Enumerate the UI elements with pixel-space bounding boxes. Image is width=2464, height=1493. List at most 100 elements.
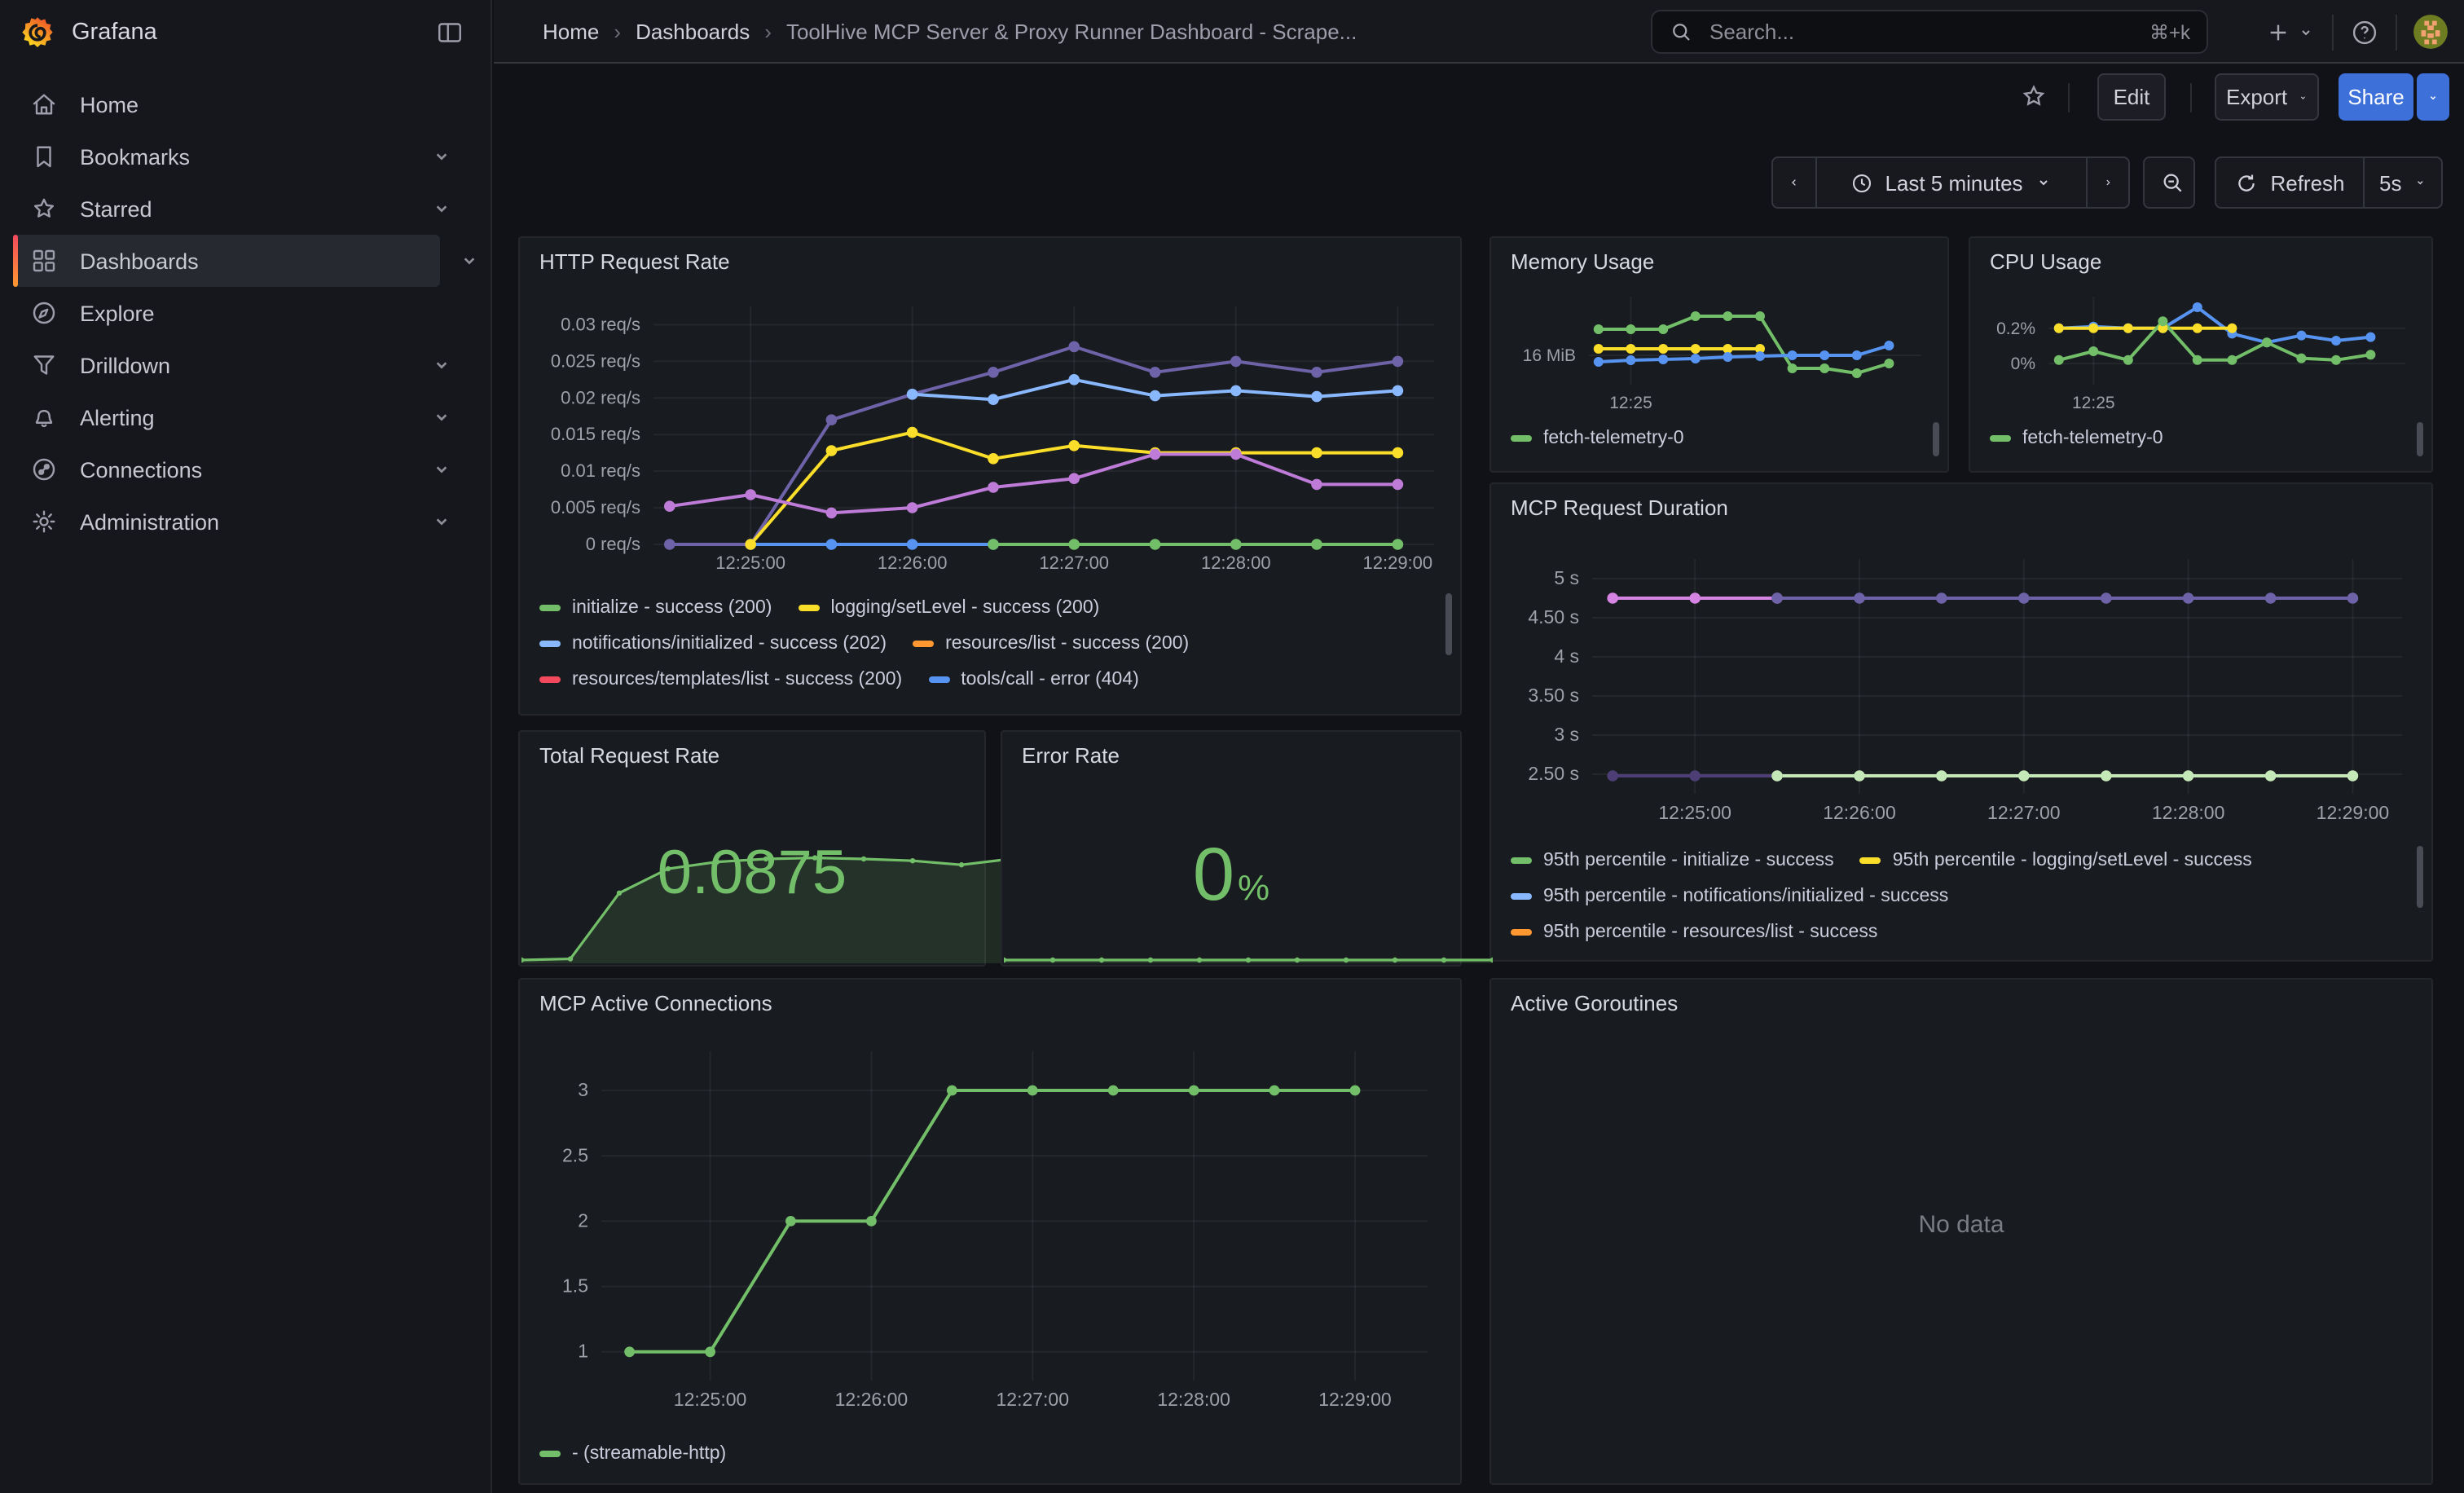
- zoom-out-icon: [2159, 170, 2185, 196]
- share-button[interactable]: Share: [2339, 73, 2413, 121]
- sidebar-item-bookmarks[interactable]: Bookmarks: [13, 130, 477, 183]
- help-icon[interactable]: [2350, 17, 2379, 46]
- breadcrumb-item[interactable]: Dashboards: [636, 20, 750, 44]
- legend-color-chip: [539, 676, 561, 683]
- sidebar: Grafana HomeBookmarksStarredDashboardsEx…: [0, 0, 492, 1493]
- legend-color-chip: [928, 676, 949, 683]
- chart-legend: 95th percentile - initialize - success 95…: [1511, 843, 2409, 950]
- panel-title[interactable]: Active Goroutines: [1511, 991, 1678, 1015]
- legend-item[interactable]: fetch-telemetry-0: [1990, 429, 2163, 448]
- chevron-down-icon[interactable]: [429, 509, 455, 535]
- chevron-down-icon[interactable]: [429, 456, 455, 482]
- chevron-down-icon: [2427, 87, 2440, 107]
- svg-text:1.5: 1.5: [562, 1275, 588, 1297]
- legend-item[interactable]: 95th percentile - initialize - success: [1511, 851, 1834, 870]
- search-icon: [1669, 20, 1693, 44]
- refresh-button[interactable]: Refresh: [2216, 158, 2363, 207]
- legend-item[interactable]: logging/setLevel - success (200): [798, 598, 1099, 618]
- time-range-picker[interactable]: Last 5 minutes: [1815, 158, 2086, 207]
- panel-title[interactable]: CPU Usage: [1990, 249, 2101, 274]
- stat-value: 0: [1193, 830, 1234, 918]
- stat-unit: %: [1238, 867, 1269, 909]
- mcp-active-connections-chart: 32.521.5112:25:0012:26:0012:27:0012:28:0…: [533, 1028, 1450, 1426]
- legend-item[interactable]: 95th percentile - logging/setLevel - suc…: [1860, 851, 2252, 870]
- legend-item[interactable]: 95th percentile - resources/list - succe…: [1511, 923, 1877, 942]
- legend-item[interactable]: tools/call - error (404): [928, 670, 1139, 689]
- refresh-interval-select[interactable]: 5s: [2363, 158, 2441, 207]
- legend-scrollbar[interactable]: [1445, 593, 1452, 655]
- refresh-icon: [2234, 170, 2259, 195]
- export-button[interactable]: Export: [2215, 73, 2319, 121]
- search-box[interactable]: ⌘+k: [1651, 10, 2208, 54]
- grafana-logo: [20, 15, 55, 51]
- svg-text:3: 3: [578, 1079, 588, 1100]
- time-forward-button[interactable]: [2086, 158, 2128, 207]
- legend-scrollbar[interactable]: [2417, 846, 2423, 908]
- svg-text:12:25:00: 12:25:00: [674, 1389, 747, 1410]
- home-icon: [28, 88, 60, 121]
- sidebar-item-connections[interactable]: Connections: [13, 443, 477, 495]
- time-range-controls: Last 5 minutes: [1771, 156, 2130, 209]
- legend-scrollbar[interactable]: [1933, 422, 1939, 456]
- legend-label: 95th percentile - resources/list - succe…: [1543, 923, 1877, 942]
- legend-item[interactable]: 95th percentile - notifications/initiali…: [1511, 887, 1948, 906]
- legend-color-chip: [798, 605, 819, 611]
- sidebar-item-home[interactable]: Home: [13, 78, 477, 130]
- svg-text:12:25: 12:25: [2072, 394, 2115, 412]
- clock-icon: [1849, 170, 1873, 195]
- sidebar-item-drilldown[interactable]: Drilldown: [13, 339, 477, 391]
- sidebar-item-dashboards[interactable]: Dashboards: [13, 235, 440, 287]
- chevron-down-icon[interactable]: [429, 352, 455, 378]
- sidebar-item-alerting[interactable]: Alerting: [13, 391, 477, 443]
- dashboard-canvas: Edit Export Share Last 5 minutes: [494, 64, 2464, 1493]
- chevron-down-icon[interactable]: [429, 143, 455, 170]
- legend-item[interactable]: resources/templates/list - success (200): [539, 670, 902, 689]
- svg-text:2: 2: [578, 1209, 588, 1231]
- panel-title[interactable]: Error Rate: [1022, 743, 1120, 768]
- chevron-down-icon[interactable]: [429, 196, 455, 222]
- panel-title[interactable]: HTTP Request Rate: [539, 249, 730, 274]
- breadcrumb-item[interactable]: Home: [543, 20, 599, 44]
- legend-item[interactable]: notifications/initialized - success (202…: [539, 634, 887, 654]
- add-button[interactable]: [2265, 19, 2316, 45]
- chevron-down-icon[interactable]: [429, 404, 455, 430]
- avatar[interactable]: [2413, 15, 2448, 49]
- panel-title[interactable]: Memory Usage: [1511, 249, 1654, 274]
- svg-text:12:27:00: 12:27:00: [996, 1389, 1069, 1410]
- legend-color-chip: [913, 641, 934, 647]
- svg-text:1: 1: [578, 1341, 588, 1362]
- sidebar-item-label: Alerting: [80, 405, 155, 429]
- chevron-down-icon: [2297, 87, 2308, 107]
- sidebar-item-explore[interactable]: Explore: [13, 287, 477, 339]
- favorite-star-icon[interactable]: [2014, 77, 2053, 116]
- svg-text:12:25:00: 12:25:00: [715, 553, 785, 573]
- sidebar-item-administration[interactable]: Administration: [13, 495, 477, 548]
- legend-scrollbar[interactable]: [2417, 422, 2423, 456]
- legend-color-chip: [1511, 435, 1532, 442]
- chevron-down-icon[interactable]: [456, 248, 482, 274]
- legend-color-chip: [539, 605, 561, 611]
- legend-item[interactable]: - (streamable-http): [539, 1444, 726, 1464]
- legend-item[interactable]: fetch-telemetry-0: [1511, 429, 1684, 448]
- svg-text:12:26:00: 12:26:00: [835, 1389, 909, 1410]
- legend-color-chip: [1511, 929, 1532, 936]
- panel-title[interactable]: Total Request Rate: [539, 743, 719, 768]
- divider: [2190, 83, 2192, 112]
- svg-text:12:25:00: 12:25:00: [1658, 802, 1731, 823]
- panel-title[interactable]: MCP Request Duration: [1511, 495, 1728, 520]
- edit-button[interactable]: Edit: [2097, 73, 2166, 121]
- chevron-right-icon: [2102, 171, 2114, 194]
- legend-item[interactable]: initialize - success (200): [539, 598, 772, 618]
- panel-mcp-active-connections: MCP Active Connections 32.521.5112:25:00…: [518, 978, 1462, 1485]
- legend-item[interactable]: resources/list - success (200): [913, 634, 1189, 654]
- sidebar-item-label: Connections: [80, 457, 202, 482]
- legend-label: resources/templates/list - success (200): [572, 670, 902, 689]
- zoom-out-button[interactable]: [2143, 156, 2195, 209]
- share-menu-button[interactable]: [2417, 73, 2449, 121]
- time-back-button[interactable]: [1773, 158, 1815, 207]
- sidebar-item-starred[interactable]: Starred: [13, 183, 477, 235]
- panel-toggle-icon[interactable]: [429, 11, 471, 54]
- panel-title[interactable]: MCP Active Connections: [539, 991, 772, 1015]
- breadcrumb-separator: ›: [764, 20, 772, 44]
- search-input[interactable]: [1706, 18, 2149, 46]
